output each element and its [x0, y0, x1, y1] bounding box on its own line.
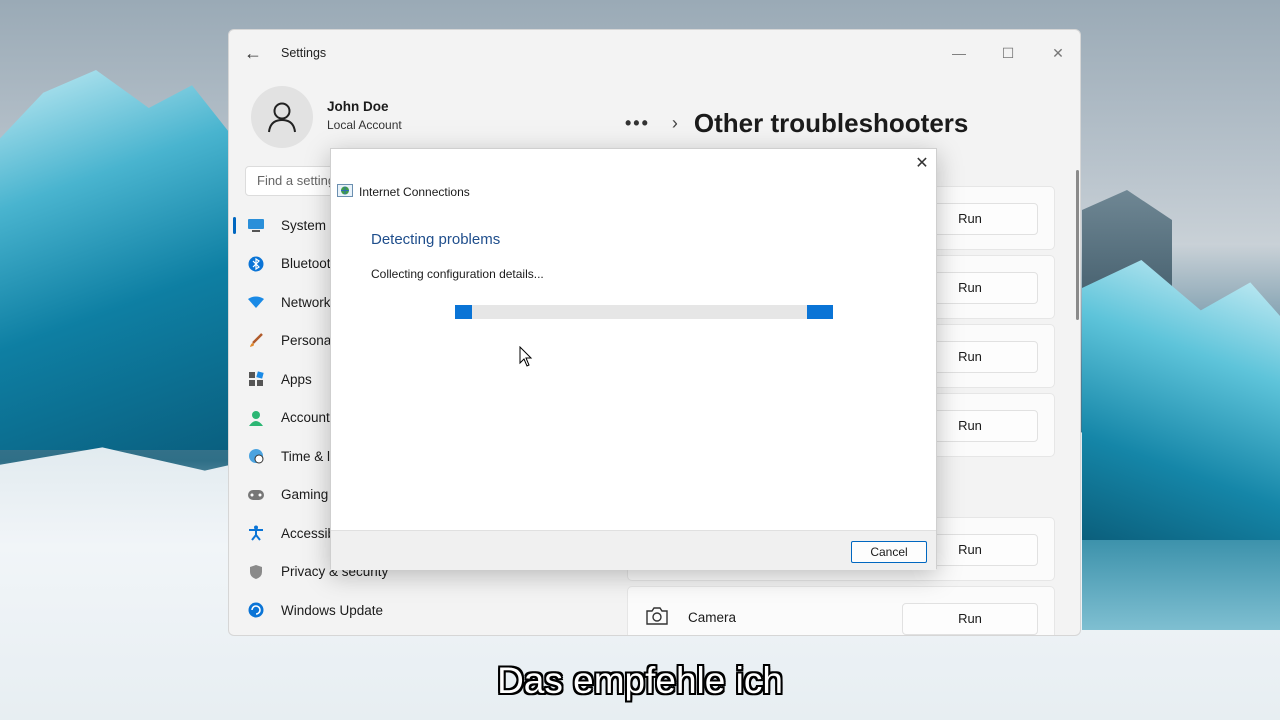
- breadcrumb: ••• › Other troubleshooters: [625, 106, 968, 140]
- troubleshooter-card-camera: Camera Run: [627, 586, 1055, 635]
- video-caption: Das empfehle ich: [497, 660, 783, 701]
- cancel-button[interactable]: Cancel: [851, 541, 927, 563]
- globe-clock-icon: [247, 447, 265, 465]
- avatar: [251, 86, 313, 148]
- account-type: Local Account: [327, 118, 402, 132]
- apps-icon: [247, 370, 265, 388]
- person-icon: [268, 102, 296, 133]
- mouse-cursor-icon: [519, 346, 533, 367]
- dialog-footer: Cancel: [331, 530, 936, 570]
- dialog-app-title: Internet Connections: [359, 185, 470, 199]
- iceberg-right: [1082, 260, 1280, 540]
- camera-icon: [646, 607, 668, 630]
- back-arrow-icon[interactable]: ←: [244, 43, 262, 64]
- update-icon: [247, 601, 265, 619]
- wifi-icon: [247, 293, 265, 311]
- breadcrumb-overflow-button[interactable]: •••: [625, 113, 650, 134]
- shield-icon: [247, 563, 265, 581]
- accessibility-icon: [247, 524, 265, 542]
- bluetooth-icon: [247, 255, 265, 273]
- title-bar: ← Settings — ☐ ✕: [229, 30, 1080, 76]
- maximize-button[interactable]: ☐: [985, 38, 1031, 68]
- page-title: Other troubleshooters: [693, 107, 969, 138]
- run-button[interactable]: Run: [902, 603, 1038, 635]
- progress-bar: [455, 305, 833, 319]
- sidebar-item-label: Apps: [281, 371, 312, 387]
- dialog-heading: Detecting problems: [371, 231, 501, 248]
- dialog-close-button[interactable]: ✕: [911, 153, 933, 175]
- dialog-status-text: Collecting configuration details...: [371, 267, 544, 281]
- troubleshooter-label: Camera: [688, 610, 737, 625]
- sidebar-item-windows-update[interactable]: Windows Update: [233, 591, 613, 630]
- brush-icon: [247, 332, 265, 350]
- person-icon: [247, 409, 265, 427]
- troubleshooter-dialog: ✕ Internet Connections Detecting problem…: [330, 148, 937, 570]
- network-troubleshooter-icon: [337, 184, 353, 197]
- window-title: Settings: [281, 46, 327, 60]
- sidebar-item-label: Gaming: [281, 487, 329, 503]
- progress-segment: [807, 305, 833, 319]
- gamepad-icon: [247, 486, 265, 504]
- monitor-icon: [247, 216, 265, 234]
- sidebar-item-label: System: [281, 217, 327, 233]
- sidebar-item-label: Accounts: [281, 410, 337, 426]
- sidebar-item-label: Windows Update: [281, 602, 384, 618]
- iceberg-left: [0, 70, 240, 450]
- user-name: John Doe: [327, 99, 389, 114]
- minimize-button[interactable]: —: [936, 38, 982, 68]
- user-profile[interactable]: John Doe Local Account: [251, 86, 551, 148]
- close-button[interactable]: ✕: [1035, 38, 1080, 68]
- scrollbar[interactable]: [1076, 170, 1079, 320]
- chevron-right-icon: ›: [671, 112, 678, 133]
- progress-segment: [455, 305, 472, 319]
